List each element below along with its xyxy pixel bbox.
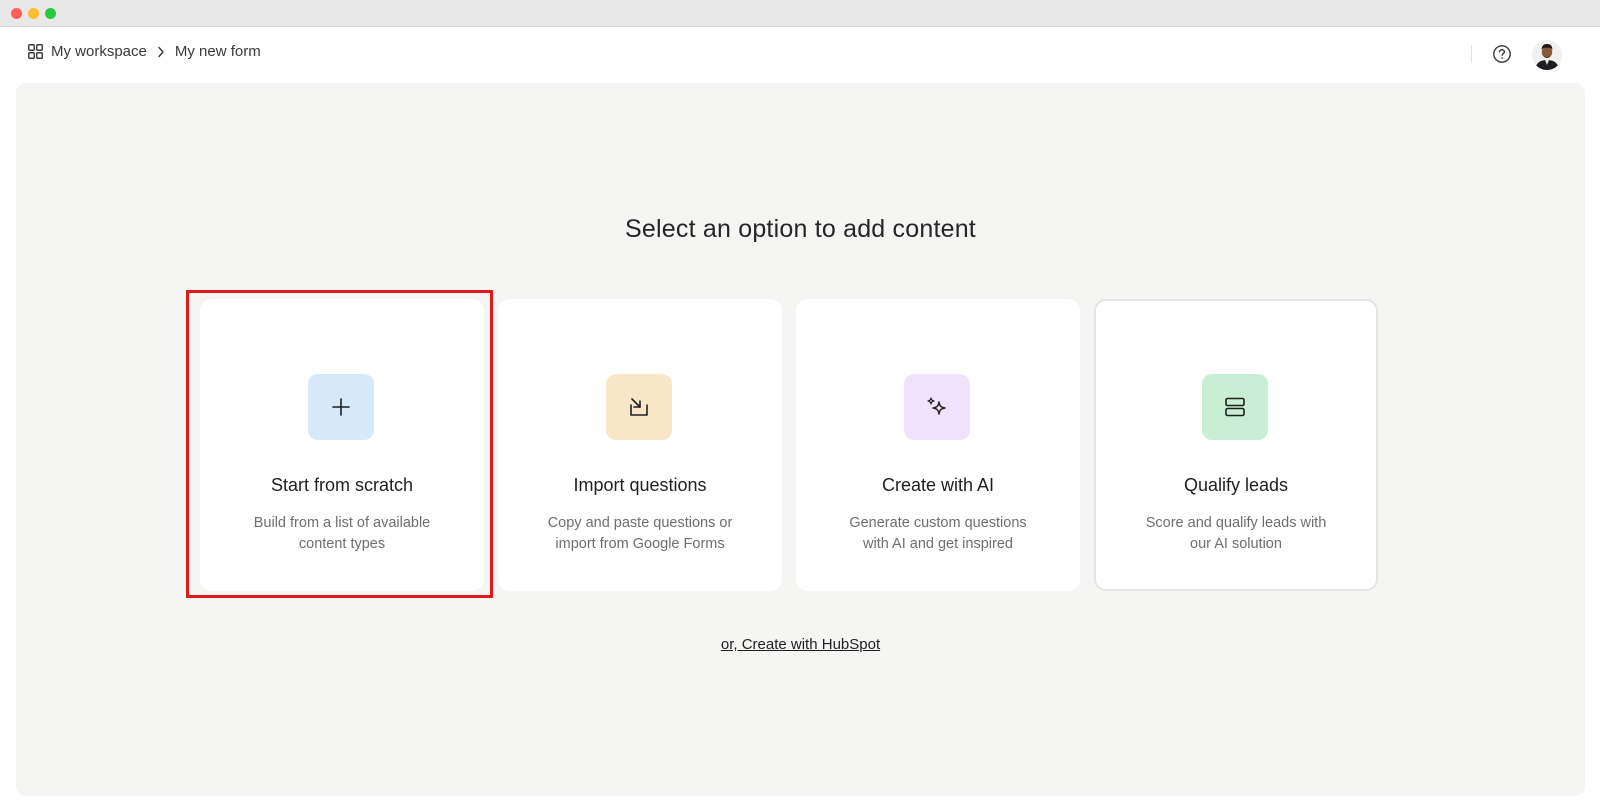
grid-icon[interactable] [28,44,43,59]
option-card-create-with-ai[interactable]: Create with AI Generate custom questions… [796,299,1080,591]
hubspot-link-container: or, Create with HubSpot [16,636,1585,653]
card-description: Copy and paste questions or import from … [547,515,733,552]
option-card-start-from-scratch[interactable]: Start from scratch Build from a list of … [200,299,484,591]
window-minimize-button[interactable] [28,8,39,19]
card-icon-container [308,374,374,440]
avatar-portrait-icon [1532,40,1562,70]
page-title: Select an option to add content [625,215,976,243]
card-icon-container [606,374,672,440]
plus-icon [332,398,350,416]
user-avatar[interactable] [1532,40,1562,70]
card-title: Import questions [573,475,707,495]
option-card-qualify-leads[interactable]: Qualify leads Score and qualify leads wi… [1094,299,1378,591]
main-panel: Select an option to add content Start fr… [16,83,1585,796]
option-card-import-questions[interactable]: Import questions Copy and paste question… [498,299,782,591]
chevron-right-icon [158,46,164,57]
card-icon-container [904,374,970,440]
card-title: Create with AI [881,475,995,495]
card-description: Score and qualify leads with our AI solu… [1145,515,1327,552]
card-icon-container [1202,374,1268,440]
import-arrow-icon [630,398,648,416]
window-maximize-button[interactable] [45,8,56,19]
header-divider [1471,45,1472,63]
card-description: Build from a list of available content t… [253,515,431,552]
window-close-button[interactable] [11,8,22,19]
card-title: Start from scratch [270,475,414,495]
card-description: Generate custom questions with AI and ge… [849,515,1027,552]
create-with-hubspot-link[interactable]: or, Create with HubSpot [721,636,880,653]
top-header: My workspace My new form [0,27,1600,83]
window-titlebar [0,0,1600,27]
sparkle-icon [927,397,946,415]
card-title: Qualify leads [1183,475,1289,495]
breadcrumb-form[interactable]: My new form [175,43,261,60]
breadcrumb: My workspace My new form [28,43,261,60]
stacked-rows-icon [1225,397,1245,417]
help-circle-icon[interactable] [1492,44,1512,64]
breadcrumb-workspace[interactable]: My workspace [51,43,147,60]
